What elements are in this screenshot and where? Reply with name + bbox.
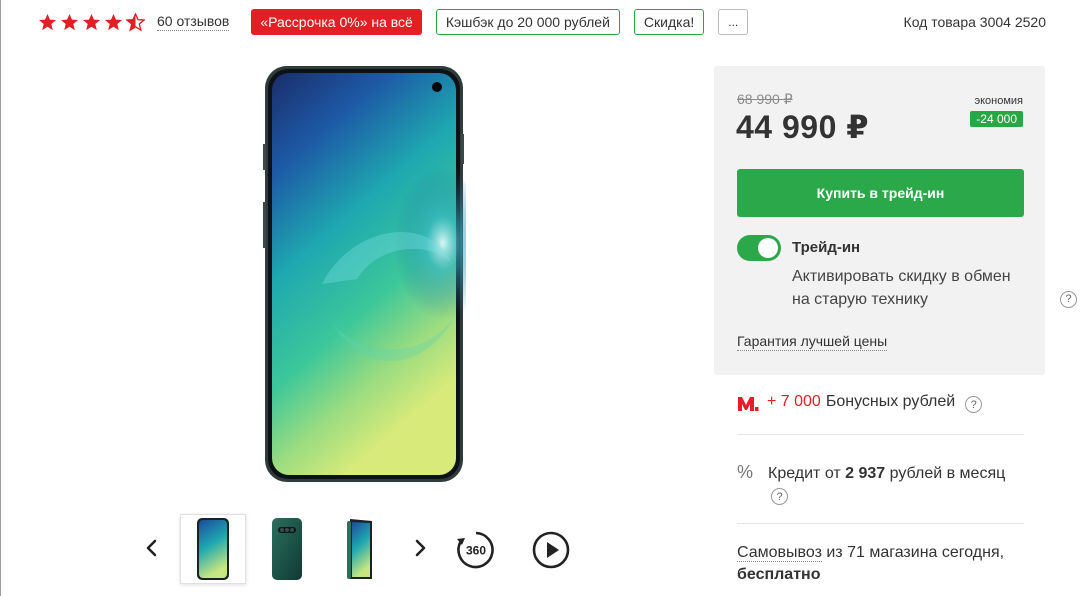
tradein-description: Активировать скидку в обмен на старую те… bbox=[792, 265, 1077, 311]
divider bbox=[737, 523, 1024, 524]
credit-prefix: Кредит от bbox=[768, 465, 841, 482]
star-icon bbox=[38, 13, 57, 30]
pickup-info: Самовывоз из 71 магазина сегодня, беспла… bbox=[737, 542, 1037, 586]
price-card: 68 990 ₽ 44 990 ₽ экономия -24 000 Купит… bbox=[714, 66, 1077, 375]
pickup-link[interactable]: Самовывоз bbox=[737, 544, 822, 562]
credit-help-icon[interactable]: ? bbox=[771, 488, 788, 505]
window-edge bbox=[0, 0, 1, 596]
current-price: 44 990 ₽ bbox=[736, 109, 870, 145]
phone-angle-thumbnail bbox=[347, 519, 372, 579]
thumbnail-front[interactable] bbox=[180, 514, 246, 584]
percent-icon: % bbox=[737, 462, 754, 482]
economy-label: экономия bbox=[974, 95, 1023, 107]
m-bonus-logo-icon bbox=[738, 397, 759, 411]
pickup-free: бесплатно bbox=[737, 566, 821, 583]
chevron-left-icon[interactable] bbox=[140, 536, 164, 560]
best-price-guarantee-link[interactable]: Гарантия лучшей цены bbox=[737, 333, 888, 351]
star-half-icon bbox=[126, 12, 145, 32]
rotate-360-icon: 360 bbox=[457, 531, 494, 569]
installment-badge[interactable]: «Рассрочка 0%» на всё bbox=[251, 9, 422, 35]
bonus-amount: + 7 000 bbox=[767, 393, 821, 410]
tradein-toggle[interactable] bbox=[737, 235, 781, 261]
tradein-description-text: Активировать скидку в обмен на старую те… bbox=[792, 268, 1011, 308]
play-icon bbox=[532, 531, 570, 569]
divider bbox=[737, 434, 1024, 435]
buy-tradein-button[interactable]: Купить в трейд-ин bbox=[737, 169, 1024, 217]
credit-text: Кредит от 2 937 рублей в месяц bbox=[768, 462, 1038, 485]
toggle-knob bbox=[758, 238, 778, 258]
credit-amount: 2 937 bbox=[845, 465, 886, 482]
play-video-button[interactable] bbox=[531, 530, 571, 570]
star-icon bbox=[104, 13, 123, 30]
phone-back-thumbnail bbox=[272, 518, 302, 580]
thumbnail-side[interactable] bbox=[326, 514, 392, 584]
bonus-help-icon[interactable]: ? bbox=[965, 396, 983, 413]
image-gallery: 360 bbox=[140, 514, 600, 586]
bonus-label: Бонусных рублей bbox=[825, 393, 956, 410]
product-topbar: 60 отзывов «Рассрочка 0%» на всё Кэшбэк … bbox=[38, 8, 1046, 36]
more-badges-button[interactable]: ... bbox=[718, 9, 749, 35]
view-360-label: 360 bbox=[466, 544, 486, 558]
chevron-right-icon[interactable] bbox=[408, 536, 432, 560]
view-360-button[interactable]: 360 bbox=[456, 530, 496, 570]
product-main-image[interactable] bbox=[262, 64, 482, 484]
old-price: 68 990 ₽ bbox=[737, 91, 793, 107]
thumbnail-back[interactable] bbox=[254, 514, 320, 584]
economy-badge: -24 000 bbox=[970, 111, 1023, 127]
star-icon bbox=[60, 13, 79, 30]
reviews-link[interactable]: 60 отзывов bbox=[157, 13, 230, 31]
tradein-help-icon[interactable]: ? bbox=[1060, 291, 1077, 308]
phone-front-thumbnail bbox=[197, 518, 229, 580]
bonus-row: + 7 000 Бонусных рублей ? bbox=[737, 393, 1024, 433]
discount-badge[interactable]: Скидка! bbox=[633, 9, 705, 35]
cashback-badge[interactable]: Кэшбэк до 20 000 рублей bbox=[435, 9, 620, 35]
product-code: Код товара 3004 2520 bbox=[903, 14, 1046, 30]
phone-image bbox=[263, 66, 482, 482]
star-icon bbox=[82, 13, 101, 30]
rating-stars[interactable] bbox=[38, 12, 145, 32]
pickup-text: из 71 магазина сегодня, bbox=[826, 544, 1005, 561]
tradein-title: Трейд-ин bbox=[792, 239, 861, 256]
credit-suffix: рублей в месяц bbox=[889, 465, 1006, 482]
